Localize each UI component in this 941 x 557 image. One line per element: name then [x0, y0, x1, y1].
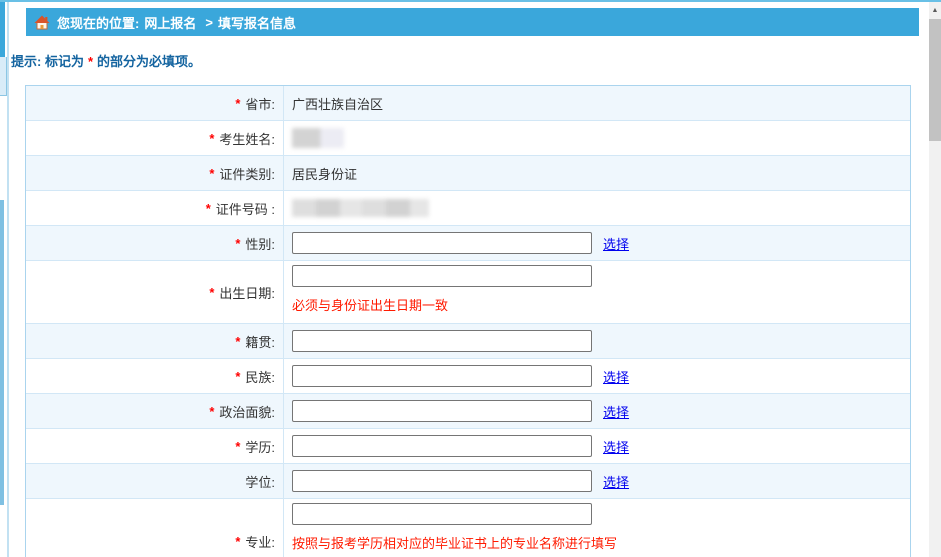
required-asterisk: * — [209, 404, 214, 419]
form-row-candidate-name: * 考生姓名: — [26, 121, 910, 156]
field-label-text: 学位: — [245, 472, 275, 491]
field-label-id-type: * 证件类别: — [26, 156, 284, 190]
field-label-education: * 学历: — [26, 429, 284, 463]
required-asterisk: * — [235, 534, 240, 549]
required-asterisk: * — [235, 334, 240, 349]
required-asterisk: * — [235, 96, 240, 111]
ethnicity-select-link[interactable]: 选择 — [603, 367, 629, 386]
breadcrumb-separator: > — [205, 15, 213, 30]
field-value-province: 广西壮族自治区 — [292, 94, 383, 113]
gender-input[interactable] — [292, 232, 592, 254]
field-label-ethnicity: * 民族: — [26, 359, 284, 393]
field-value-cell-education: 选择 — [284, 429, 910, 463]
major-input[interactable] — [292, 503, 592, 525]
vertical-scrollbar[interactable]: ▲ — [929, 2, 941, 557]
scrollbar-thumb[interactable] — [929, 19, 941, 141]
left-edge-fragment-mid — [0, 200, 4, 505]
required-fields-tip: 提示: 标记为 * 的部分为必填项。 — [11, 52, 201, 72]
required-asterisk: * — [235, 439, 240, 454]
form-row-ethnicity: * 民族: 选择 — [26, 359, 910, 394]
tip-prefix: 提示: 标记为 — [11, 54, 84, 69]
field-label-political-status: * 政治面貌: — [26, 394, 284, 428]
form-row-degree: 学位: 选择 — [26, 464, 910, 499]
political-status-input[interactable] — [292, 400, 592, 422]
birth-date-note: 必须与身份证出生日期一致 — [292, 295, 448, 314]
left-divider-line — [7, 2, 9, 557]
form-row-gender: * 性别: 选择 — [26, 226, 910, 261]
field-label-degree: 学位: — [26, 464, 284, 498]
tip-suffix: 的部分为必填项。 — [97, 54, 201, 69]
field-value-cell-birth-date: 必须与身份证出生日期一致 — [284, 261, 910, 323]
form-row-province: * 省市: 广西壮族自治区 — [26, 86, 910, 121]
field-value-cell-province: 广西壮族自治区 — [284, 86, 910, 120]
field-label-gender: * 性别: — [26, 226, 284, 260]
form-row-native-place: * 籍贯: — [26, 324, 910, 359]
birth-date-input[interactable] — [292, 265, 592, 287]
field-label-text: 民族: — [245, 367, 275, 386]
breadcrumb-item-online-registration[interactable]: 网上报名 — [144, 13, 196, 32]
field-label-text: 出生日期: — [219, 283, 275, 302]
form-row-id-type: * 证件类别: 居民身份证 — [26, 156, 910, 191]
left-edge-fragment-top — [0, 2, 5, 57]
field-label-major: * 专业: — [26, 499, 284, 557]
breadcrumb-location-label: 您现在的位置: — [57, 13, 139, 32]
native-place-input[interactable] — [292, 330, 592, 352]
field-label-text: 省市: — [245, 94, 275, 113]
left-edge-menu-fragment — [0, 57, 7, 96]
tip-asterisk: * — [88, 54, 93, 69]
required-asterisk: * — [209, 131, 214, 146]
major-note: 按照与报考学历相对应的毕业证书上的专业名称进行填写 — [292, 533, 617, 552]
field-value-cell-gender: 选择 — [284, 226, 910, 260]
field-label-text: 政治面貌: — [219, 402, 275, 421]
field-label-text: 证件类别: — [219, 164, 275, 183]
form-row-political-status: * 政治面貌: 选择 — [26, 394, 910, 429]
field-value-cell-id-number — [284, 191, 910, 225]
gender-select-link[interactable]: 选择 — [603, 234, 629, 253]
field-label-text: 证件号码 : — [216, 199, 275, 218]
breadcrumb-bar: 您现在的位置: 网上报名 > 填写报名信息 — [26, 8, 919, 36]
field-label-text: 学历: — [245, 437, 275, 456]
required-asterisk: * — [206, 201, 211, 216]
field-value-id-type: 居民身份证 — [292, 164, 357, 183]
form-row-birth-date: * 出生日期: 必须与身份证出生日期一致 — [26, 261, 910, 324]
field-label-native-place: * 籍贯: — [26, 324, 284, 358]
political-status-select-link[interactable]: 选择 — [603, 402, 629, 421]
required-asterisk: * — [209, 166, 214, 181]
field-value-cell-degree: 选择 — [284, 464, 910, 498]
field-value-cell-candidate-name — [284, 121, 910, 155]
required-asterisk: * — [235, 369, 240, 384]
field-value-cell-political-status: 选择 — [284, 394, 910, 428]
field-value-cell-id-type: 居民身份证 — [284, 156, 910, 190]
required-asterisk: * — [235, 236, 240, 251]
field-label-text: 考生姓名: — [219, 129, 275, 148]
field-label-province: * 省市: — [26, 86, 284, 120]
field-value-cell-major: 按照与报考学历相对应的毕业证书上的专业名称进行填写 — [284, 499, 910, 557]
field-label-birth-date: * 出生日期: — [26, 261, 284, 323]
education-input[interactable] — [292, 435, 592, 457]
field-label-text: 专业: — [245, 532, 275, 551]
form-row-id-number: * 证件号码 : — [26, 191, 910, 226]
field-value-cell-ethnicity: 选择 — [284, 359, 910, 393]
field-value-cell-native-place — [284, 324, 910, 358]
required-asterisk: * — [209, 285, 214, 300]
form-table: * 省市: 广西壮族自治区 * 考生姓名: * 证件类别: 居民身份证 * 证件号码 : * 性别: 选… — [25, 85, 911, 557]
ethnicity-input[interactable] — [292, 365, 592, 387]
field-label-id-number: * 证件号码 : — [26, 191, 284, 225]
field-label-text: 性别: — [245, 234, 275, 253]
home-icon — [34, 15, 50, 30]
page-top-border — [0, 0, 941, 2]
degree-input[interactable] — [292, 470, 592, 492]
redacted-value-id-number — [292, 199, 429, 217]
field-label-text: 籍贯: — [245, 332, 275, 351]
education-select-link[interactable]: 选择 — [603, 437, 629, 456]
form-row-education: * 学历: 选择 — [26, 429, 910, 464]
field-label-candidate-name: * 考生姓名: — [26, 121, 284, 155]
form-row-major: * 专业: 按照与报考学历相对应的毕业证书上的专业名称进行填写 — [26, 499, 910, 557]
scrollbar-up-arrow-icon[interactable]: ▲ — [929, 2, 941, 18]
breadcrumb-item-fill-registration-info[interactable]: 填写报名信息 — [218, 13, 296, 32]
degree-select-link[interactable]: 选择 — [603, 472, 629, 491]
redacted-value-candidate-name — [292, 128, 344, 148]
